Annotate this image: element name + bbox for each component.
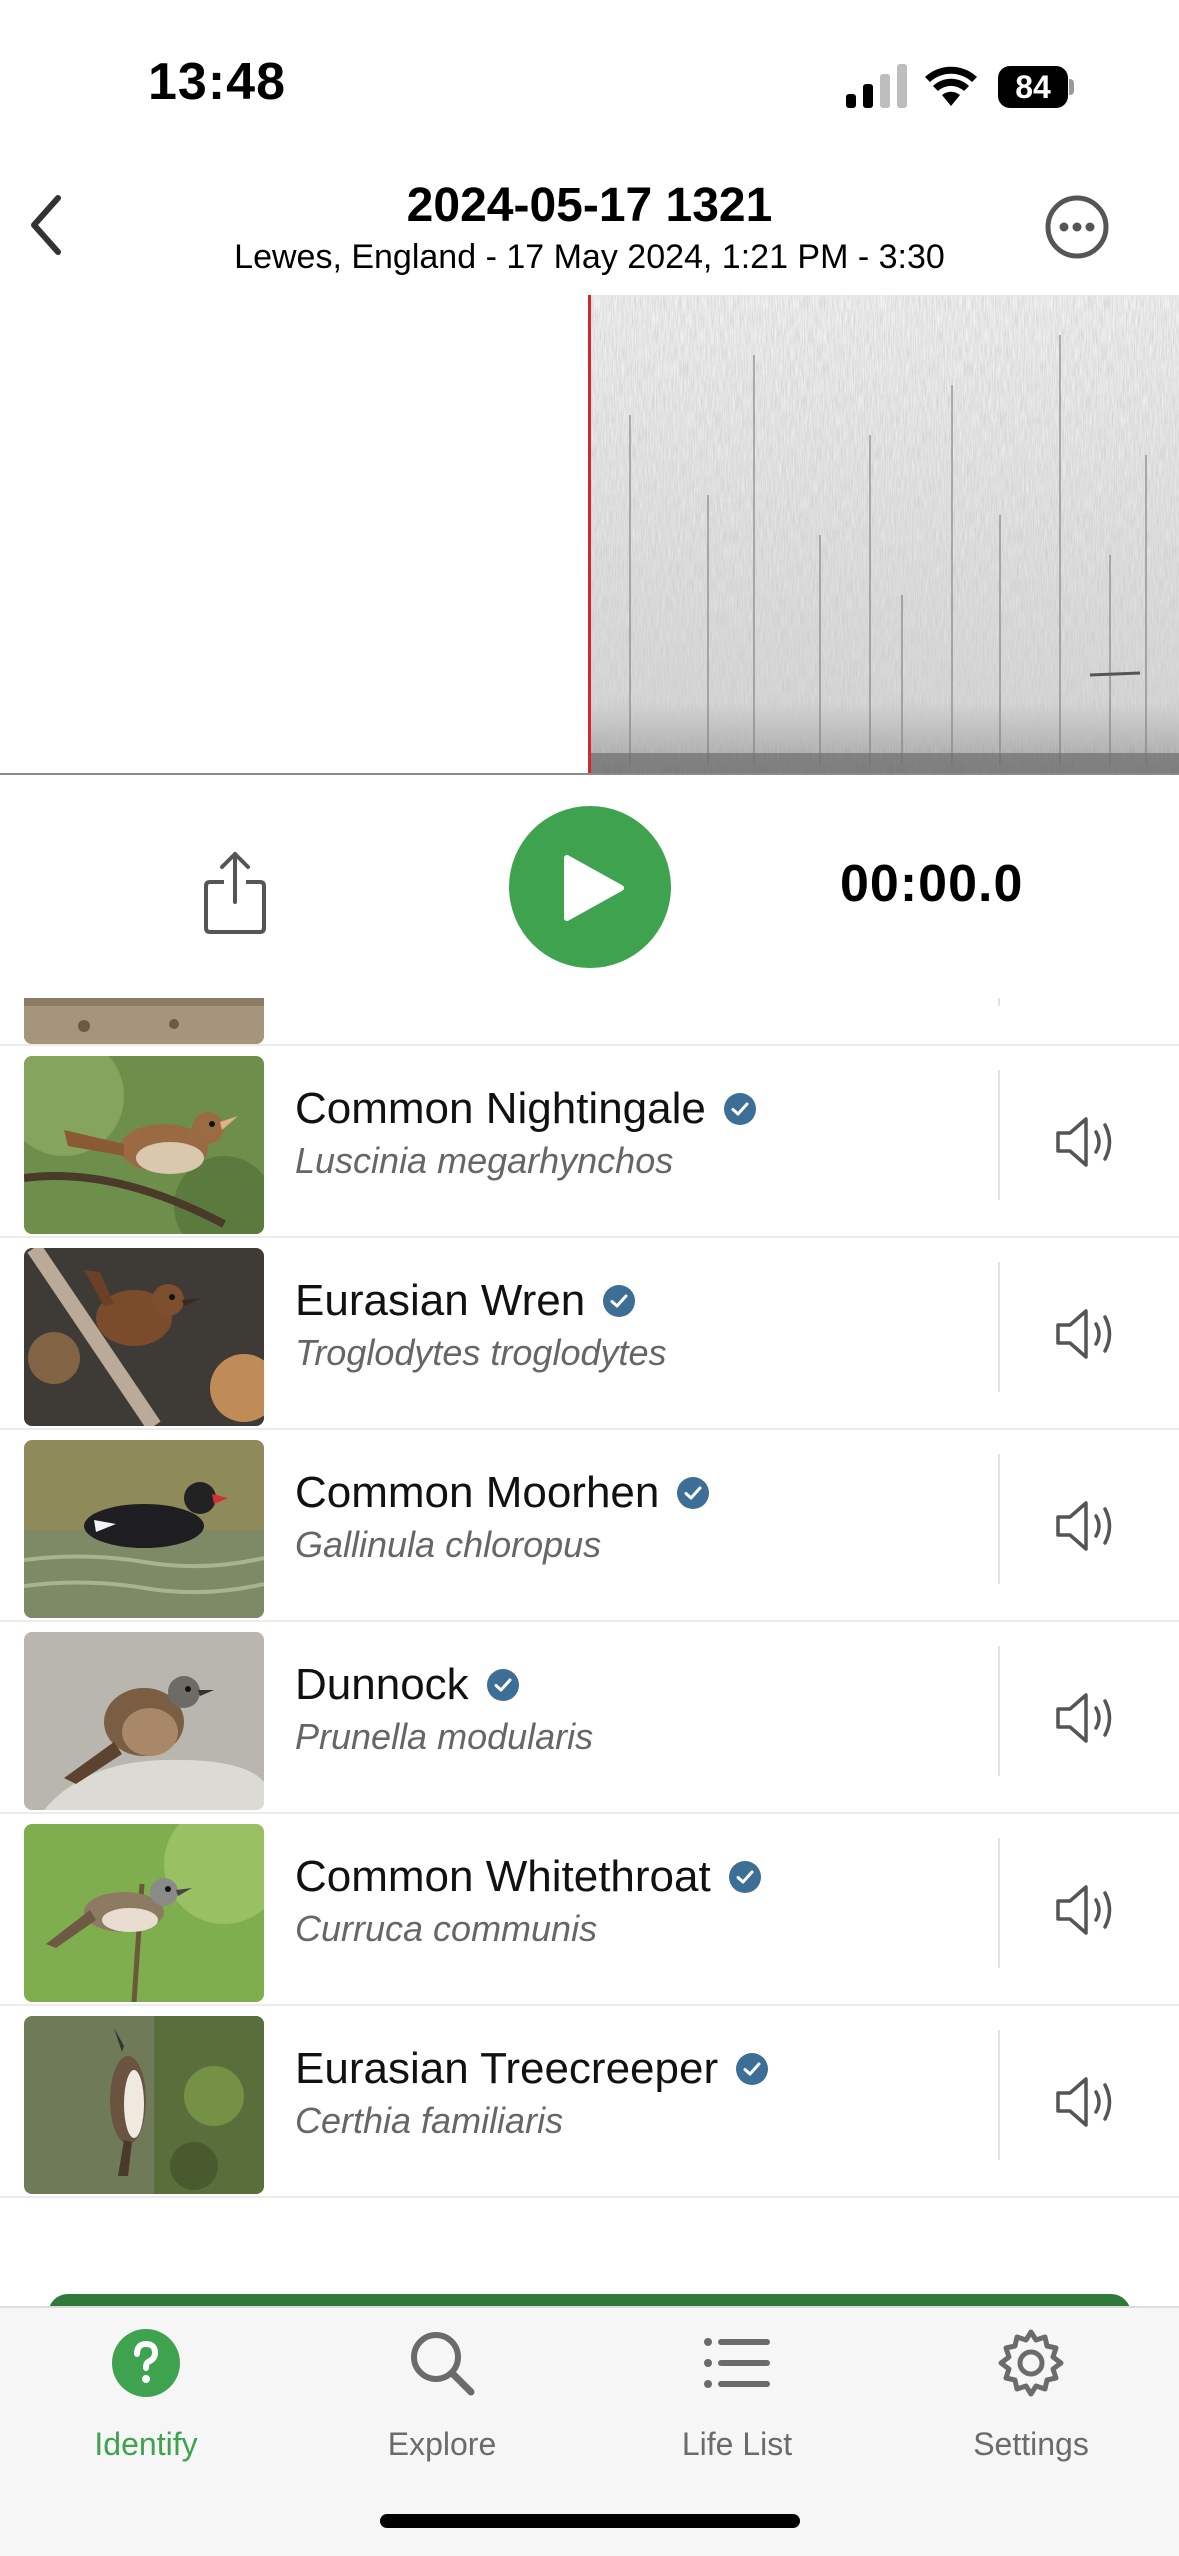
species-common-name: Common Nightingale bbox=[295, 1084, 955, 1134]
tab-life-list[interactable]: Life List bbox=[627, 2328, 847, 2478]
recording-header: 2024-05-17 1321 Lewes, England - 17 May … bbox=[0, 170, 1179, 290]
tab-label: Explore bbox=[387, 2426, 497, 2462]
tab-identify[interactable]: Identify bbox=[36, 2328, 256, 2478]
row-divider bbox=[998, 1646, 1000, 1776]
species-common-name: Dunnock bbox=[295, 1660, 955, 1710]
species-common-name-text: Eurasian Wren bbox=[295, 1276, 586, 1325]
tab-label: Settings bbox=[973, 2426, 1089, 2462]
battery-indicator: 84 bbox=[998, 66, 1074, 108]
tab-label: Identify bbox=[94, 2426, 198, 2462]
row-divider bbox=[998, 1262, 1000, 1392]
species-list[interactable]: Common Nightingale Luscinia megarhynchos bbox=[0, 998, 1179, 2304]
list-item[interactable]: Common Nightingale Luscinia megarhynchos bbox=[0, 1046, 1179, 1238]
spectrogram[interactable] bbox=[0, 295, 1179, 775]
species-photo bbox=[24, 1440, 264, 1618]
list-item[interactable]: Common Moorhen Gallinula chloropus bbox=[0, 1430, 1179, 1622]
species-scientific-name: Curruca communis bbox=[295, 1908, 598, 1949]
verified-badge-icon bbox=[736, 2053, 769, 2085]
species-photo bbox=[24, 1632, 264, 1810]
spectrogram-image bbox=[590, 295, 1179, 773]
question-icon bbox=[112, 2329, 180, 2397]
species-common-name: Eurasian Treecreeper bbox=[295, 2044, 955, 2094]
verified-badge-icon bbox=[486, 1669, 519, 1701]
species-common-name: Eurasian Wren bbox=[295, 1276, 955, 1326]
row-divider bbox=[998, 2030, 1000, 2160]
verified-badge-icon bbox=[723, 1093, 756, 1125]
tab-label: Life List bbox=[681, 2426, 793, 2462]
list-item[interactable]: Eurasian Treecreeper Certhia familiaris bbox=[0, 2006, 1179, 2198]
tab-explore[interactable]: Explore bbox=[332, 2328, 552, 2478]
battery-level: 84 bbox=[998, 66, 1068, 108]
row-divider bbox=[998, 1454, 1000, 1584]
verified-badge-icon bbox=[677, 1477, 710, 1509]
search-icon bbox=[411, 2332, 475, 2396]
recording-subtitle: Lewes, England - 17 May 2024, 1:21 PM - … bbox=[234, 238, 945, 276]
species-common-name: Common Moorhen bbox=[295, 1468, 955, 1518]
species-common-name-text: Common Nightingale bbox=[295, 1084, 706, 1133]
status-bar: 13:48 84 bbox=[0, 0, 1179, 160]
list-item[interactable]: Dunnock Prunella modularis bbox=[0, 1622, 1179, 1814]
species-scientific-name: Troglodytes troglodytes bbox=[295, 1332, 667, 1373]
species-common-name-text: Eurasian Treecreeper bbox=[295, 2044, 719, 2093]
verified-badge-icon bbox=[603, 1285, 636, 1317]
status-time: 13:48 bbox=[148, 53, 286, 111]
list-item[interactable]: Eurasian Wren Troglodytes troglodytes bbox=[0, 1238, 1179, 1430]
species-common-name: Common Whitethroat bbox=[295, 1852, 955, 1902]
species-scientific-name: Gallinula chloropus bbox=[295, 1524, 602, 1565]
species-photo bbox=[24, 998, 264, 1044]
speaker-icon[interactable] bbox=[1054, 1496, 1120, 1556]
cellular-signal-icon bbox=[846, 64, 907, 108]
row-divider bbox=[998, 1838, 1000, 1968]
gear-icon bbox=[998, 2329, 1064, 2397]
player-controls: 00:00.0 bbox=[0, 778, 1179, 998]
play-button[interactable] bbox=[509, 806, 671, 968]
playhead[interactable] bbox=[588, 295, 591, 773]
speaker-icon[interactable] bbox=[1054, 1112, 1120, 1172]
speaker-icon[interactable] bbox=[1054, 1304, 1120, 1364]
species-scientific-name: Certhia familiaris bbox=[295, 2100, 564, 2141]
more-options-icon[interactable] bbox=[1044, 194, 1110, 260]
species-photo bbox=[24, 1056, 264, 1234]
tab-settings[interactable]: Settings bbox=[921, 2328, 1141, 2478]
species-common-name-text: Dunnock bbox=[295, 1660, 469, 1709]
speaker-icon[interactable] bbox=[1054, 1880, 1120, 1940]
playback-time: 00:00.0 bbox=[840, 855, 1024, 913]
list-item-partial[interactable] bbox=[0, 998, 1179, 1046]
species-common-name-text: Common Moorhen bbox=[295, 1468, 660, 1517]
speaker-icon[interactable] bbox=[1054, 1688, 1120, 1748]
species-scientific-name: Prunella modularis bbox=[295, 1716, 594, 1757]
battery-tip bbox=[1069, 79, 1074, 95]
list-item[interactable]: Common Whitethroat Curruca communis bbox=[0, 1814, 1179, 2006]
species-scientific-name: Luscinia megarhynchos bbox=[295, 1140, 674, 1181]
home-indicator[interactable] bbox=[380, 2514, 800, 2528]
verified-badge-icon bbox=[728, 1861, 761, 1893]
play-icon bbox=[564, 855, 624, 921]
species-photo bbox=[24, 1824, 264, 2002]
recording-title: 2024-05-17 1321 bbox=[406, 179, 773, 232]
species-common-name-text: Common Whitethroat bbox=[295, 1852, 711, 1901]
wifi-icon bbox=[925, 66, 977, 106]
row-divider bbox=[998, 1070, 1000, 1200]
list-icon bbox=[704, 2338, 770, 2388]
species-photo bbox=[24, 1248, 264, 1426]
speaker-icon[interactable] bbox=[1054, 2072, 1120, 2132]
share-icon[interactable] bbox=[200, 848, 270, 938]
species-photo bbox=[24, 2016, 264, 2194]
row-divider bbox=[998, 998, 1000, 1006]
